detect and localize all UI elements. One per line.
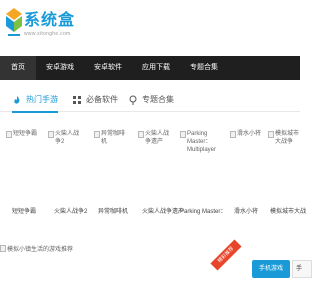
logo-title[interactable]: 系统盒 <box>24 6 75 30</box>
nav-item-app-download[interactable]: 应用下载 <box>132 56 180 80</box>
broken-image-icon <box>0 245 6 252</box>
game-image-alt: 短短争霸 <box>13 131 38 137</box>
logo-url: www.xitonghe.com <box>24 31 71 37</box>
broken-image-icon <box>230 131 236 138</box>
main-nav: 首页 安卓游戏 安卓软件 应用下载 专题合集 <box>0 56 300 80</box>
site-header: 系统盒 www.xitonghe.com <box>0 0 300 56</box>
grid-icon <box>73 96 81 104</box>
broken-image-icon <box>180 131 186 138</box>
mobile-games-button[interactable]: 手机游戏 <box>252 260 290 278</box>
promo-image-alt: 模拟小镇生活的游戏推荐 <box>7 247 74 253</box>
nav-item-android-games[interactable]: 安卓游戏 <box>36 56 84 80</box>
broken-image-icon <box>268 131 274 138</box>
game-image-alt: 滑水小将 <box>237 131 262 137</box>
nav-item-android-software[interactable]: 安卓软件 <box>84 56 132 80</box>
tab-topics[interactable]: 专题合集 <box>128 90 174 110</box>
promo-image[interactable]: 模拟小镇生活的游戏推荐 <box>0 244 73 253</box>
game-image[interactable]: 滑水小将 <box>230 130 266 138</box>
tab-essential-software-label: 必备软件 <box>86 95 118 104</box>
broken-image-icon <box>138 131 144 138</box>
broken-image-icon <box>94 131 100 138</box>
game-image-alt: 模拟城市大战争 <box>275 131 300 145</box>
broken-image-icon <box>48 131 54 138</box>
tab-hot-games[interactable]: 热门手游 <box>12 90 58 113</box>
game-image-alt: 火柴人战争遗产 <box>145 131 170 145</box>
nav-item-home[interactable]: 首页 <box>0 56 36 80</box>
broken-image-icon <box>6 131 12 138</box>
nav-item-topics[interactable]: 专题合集 <box>180 56 228 80</box>
game-name[interactable]: 短短争霸 <box>12 206 58 215</box>
game-name[interactable]: 火柴人战争2 <box>54 206 100 215</box>
tab-essential-software[interactable]: 必备软件 <box>72 90 118 110</box>
tab-hot-games-label: 热门手游 <box>26 95 58 104</box>
game-image[interactable]: 火柴人战争2 <box>48 130 84 146</box>
game-name[interactable]: Parking Master： <box>180 206 226 215</box>
tab-bar: 热门手游 必备软件 专题合集 <box>0 86 300 113</box>
game-name[interactable]: 异常咖啡机 <box>98 206 144 215</box>
pin-icon <box>129 95 137 105</box>
game-image-alt: 异常咖啡机 <box>101 131 126 145</box>
game-image-alt: Parking Master：Multiplayer <box>187 131 217 153</box>
game-image[interactable]: 异常咖啡机 <box>94 130 130 146</box>
fire-icon <box>14 96 20 104</box>
game-image[interactable]: 短短争霸 <box>6 130 42 138</box>
logo-icon[interactable] <box>4 6 24 42</box>
tab-topics-label: 专题合集 <box>142 95 174 104</box>
game-image[interactable]: 火柴人战争遗产 <box>138 130 174 146</box>
game-image[interactable]: Parking Master：Multiplayer <box>180 130 216 154</box>
game-image[interactable]: 模拟城市大战争 <box>268 130 304 146</box>
game-image-alt: 火柴人战争2 <box>55 131 80 145</box>
game-name[interactable]: 模拟城市大战 <box>270 206 316 215</box>
secondary-button[interactable]: 手 <box>292 260 312 278</box>
